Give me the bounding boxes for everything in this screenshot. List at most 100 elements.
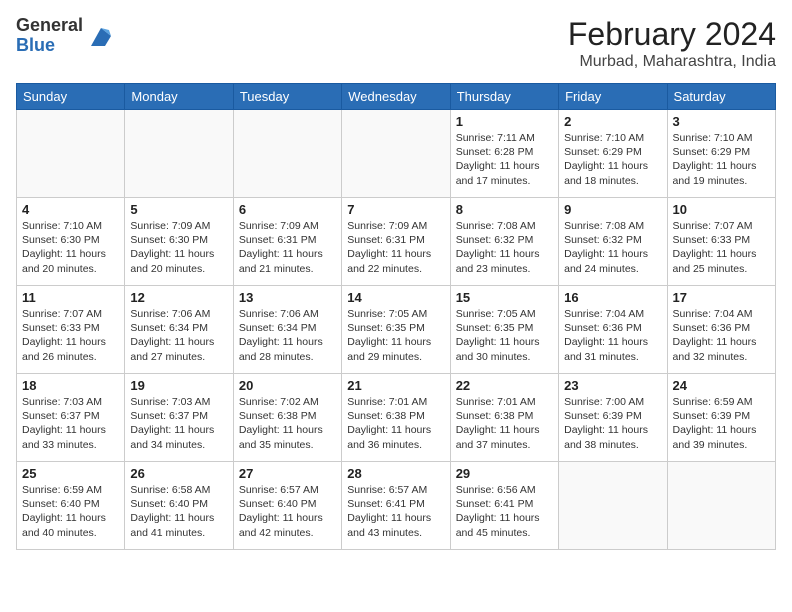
day-number: 15 (456, 290, 553, 305)
calendar-cell: 18 Sunrise: 7:03 AMSunset: 6:37 PMDayligh… (17, 374, 125, 462)
calendar-week-row: 11 Sunrise: 7:07 AMSunset: 6:33 PMDayligh… (17, 286, 776, 374)
day-number: 11 (22, 290, 119, 305)
weekday-header-monday: Monday (125, 84, 233, 110)
day-info: Sunrise: 7:05 AMSunset: 6:35 PMDaylight:… (456, 307, 553, 364)
calendar-cell: 11 Sunrise: 7:07 AMSunset: 6:33 PMDayligh… (17, 286, 125, 374)
day-number: 19 (130, 378, 227, 393)
day-number: 22 (456, 378, 553, 393)
day-number: 6 (239, 202, 336, 217)
day-number: 7 (347, 202, 444, 217)
day-info: Sunrise: 6:57 AMSunset: 6:40 PMDaylight:… (239, 483, 336, 540)
day-info: Sunrise: 7:04 AMSunset: 6:36 PMDaylight:… (564, 307, 661, 364)
calendar-week-row: 25Sunrise: 6:59 AMSunset: 6:40 PMDayligh… (17, 462, 776, 550)
day-info: Sunrise: 7:01 AMSunset: 6:38 PMDaylight:… (347, 395, 444, 452)
day-number: 26 (130, 466, 227, 481)
weekday-header-tuesday: Tuesday (233, 84, 341, 110)
day-info: Sunrise: 7:03 AMSunset: 6:37 PMDaylight:… (130, 395, 227, 452)
day-number: 4 (22, 202, 119, 217)
day-number: 3 (673, 114, 770, 129)
day-info: Sunrise: 7:06 AMSunset: 6:34 PMDaylight:… (130, 307, 227, 364)
day-number: 16 (564, 290, 661, 305)
calendar-cell: 10 Sunrise: 7:07 AMSunset: 6:33 PMDayligh… (667, 198, 775, 286)
weekday-header-saturday: Saturday (667, 84, 775, 110)
day-number: 13 (239, 290, 336, 305)
weekday-header-sunday: Sunday (17, 84, 125, 110)
day-info: Sunrise: 7:10 AMSunset: 6:30 PMDaylight:… (22, 219, 119, 276)
calendar-cell: 15 Sunrise: 7:05 AMSunset: 6:35 PMDayligh… (450, 286, 558, 374)
day-info: Sunrise: 7:07 AMSunset: 6:33 PMDaylight:… (673, 219, 770, 276)
calendar-cell: 25Sunrise: 6:59 AMSunset: 6:40 PMDayligh… (17, 462, 125, 550)
calendar-cell: 23Sunrise: 7:00 AMSunset: 6:39 PMDayligh… (559, 374, 667, 462)
calendar-cell: 5 Sunrise: 7:09 AMSunset: 6:30 PMDaylight… (125, 198, 233, 286)
calendar-cell: 2Sunrise: 7:10 AMSunset: 6:29 PMDaylight… (559, 110, 667, 198)
calendar-cell: 12 Sunrise: 7:06 AMSunset: 6:34 PMDayligh… (125, 286, 233, 374)
day-info: Sunrise: 7:10 AMSunset: 6:29 PMDaylight:… (673, 131, 770, 188)
day-info: Sunrise: 6:59 AMSunset: 6:40 PMDaylight:… (22, 483, 119, 540)
calendar-cell (342, 110, 450, 198)
calendar-cell: 22 Sunrise: 7:01 AMSunset: 6:38 PMDayligh… (450, 374, 558, 462)
location-title: Murbad, Maharashtra, India (568, 53, 776, 71)
title-block: February 2024 Murbad, Maharashtra, India (568, 16, 776, 71)
calendar-cell: 27 Sunrise: 6:57 AMSunset: 6:40 PMDayligh… (233, 462, 341, 550)
day-number: 5 (130, 202, 227, 217)
day-info: Sunrise: 6:58 AMSunset: 6:40 PMDaylight:… (130, 483, 227, 540)
calendar-cell (17, 110, 125, 198)
calendar-cell (667, 462, 775, 550)
calendar-cell: 8 Sunrise: 7:08 AMSunset: 6:32 PMDaylight… (450, 198, 558, 286)
day-number: 27 (239, 466, 336, 481)
calendar-cell: 7 Sunrise: 7:09 AMSunset: 6:31 PMDaylight… (342, 198, 450, 286)
calendar-cell: 24Sunrise: 6:59 AMSunset: 6:39 PMDayligh… (667, 374, 775, 462)
day-info: Sunrise: 7:05 AMSunset: 6:35 PMDaylight:… (347, 307, 444, 364)
calendar-week-row: 18 Sunrise: 7:03 AMSunset: 6:37 PMDayligh… (17, 374, 776, 462)
calendar-cell: 17Sunrise: 7:04 AMSunset: 6:36 PMDayligh… (667, 286, 775, 374)
calendar-cell: 26 Sunrise: 6:58 AMSunset: 6:40 PMDayligh… (125, 462, 233, 550)
logo-blue-text: Blue (16, 36, 83, 56)
day-info: Sunrise: 7:09 AMSunset: 6:31 PMDaylight:… (347, 219, 444, 276)
calendar-cell: 29Sunrise: 6:56 AMSunset: 6:41 PMDayligh… (450, 462, 558, 550)
calendar-cell (233, 110, 341, 198)
day-number: 28 (347, 466, 444, 481)
calendar-cell: 9 Sunrise: 7:08 AMSunset: 6:32 PMDaylight… (559, 198, 667, 286)
day-info: Sunrise: 7:06 AMSunset: 6:34 PMDaylight:… (239, 307, 336, 364)
day-number: 20 (239, 378, 336, 393)
calendar-cell (559, 462, 667, 550)
calendar-table: SundayMondayTuesdayWednesdayThursdayFrid… (16, 83, 776, 550)
day-number: 2 (564, 114, 661, 129)
day-number: 9 (564, 202, 661, 217)
day-info: Sunrise: 7:01 AMSunset: 6:38 PMDaylight:… (456, 395, 553, 452)
logo: General Blue (16, 16, 115, 56)
day-info: Sunrise: 7:07 AMSunset: 6:33 PMDaylight:… (22, 307, 119, 364)
day-info: Sunrise: 7:08 AMSunset: 6:32 PMDaylight:… (456, 219, 553, 276)
calendar-cell: 1Sunrise: 7:11 AMSunset: 6:28 PMDaylight… (450, 110, 558, 198)
calendar-cell: 14 Sunrise: 7:05 AMSunset: 6:35 PMDayligh… (342, 286, 450, 374)
day-number: 21 (347, 378, 444, 393)
day-number: 14 (347, 290, 444, 305)
day-info: Sunrise: 6:56 AMSunset: 6:41 PMDaylight:… (456, 483, 553, 540)
day-number: 24 (673, 378, 770, 393)
day-number: 12 (130, 290, 227, 305)
weekday-header-thursday: Thursday (450, 84, 558, 110)
calendar-week-row: 4 Sunrise: 7:10 AMSunset: 6:30 PMDaylight… (17, 198, 776, 286)
weekday-header-row: SundayMondayTuesdayWednesdayThursdayFrid… (17, 84, 776, 110)
day-number: 8 (456, 202, 553, 217)
day-info: Sunrise: 7:08 AMSunset: 6:32 PMDaylight:… (564, 219, 661, 276)
day-number: 18 (22, 378, 119, 393)
calendar-cell: 3 Sunrise: 7:10 AMSunset: 6:29 PMDaylight… (667, 110, 775, 198)
weekday-header-wednesday: Wednesday (342, 84, 450, 110)
month-title: February 2024 (568, 16, 776, 53)
day-number: 23 (564, 378, 661, 393)
day-number: 10 (673, 202, 770, 217)
day-info: Sunrise: 7:04 AMSunset: 6:36 PMDaylight:… (673, 307, 770, 364)
logo-icon (87, 22, 115, 50)
calendar-cell: 13 Sunrise: 7:06 AMSunset: 6:34 PMDayligh… (233, 286, 341, 374)
calendar-week-row: 1Sunrise: 7:11 AMSunset: 6:28 PMDaylight… (17, 110, 776, 198)
calendar-cell: 16 Sunrise: 7:04 AMSunset: 6:36 PMDayligh… (559, 286, 667, 374)
day-info: Sunrise: 7:09 AMSunset: 6:30 PMDaylight:… (130, 219, 227, 276)
day-info: Sunrise: 7:03 AMSunset: 6:37 PMDaylight:… (22, 395, 119, 452)
logo-general-text: General (16, 16, 83, 36)
calendar-cell: 21 Sunrise: 7:01 AMSunset: 6:38 PMDayligh… (342, 374, 450, 462)
weekday-header-friday: Friday (559, 84, 667, 110)
calendar-cell: 20Sunrise: 7:02 AMSunset: 6:38 PMDayligh… (233, 374, 341, 462)
day-info: Sunrise: 6:57 AMSunset: 6:41 PMDaylight:… (347, 483, 444, 540)
page-header: General Blue February 2024 Murbad, Mahar… (16, 16, 776, 71)
